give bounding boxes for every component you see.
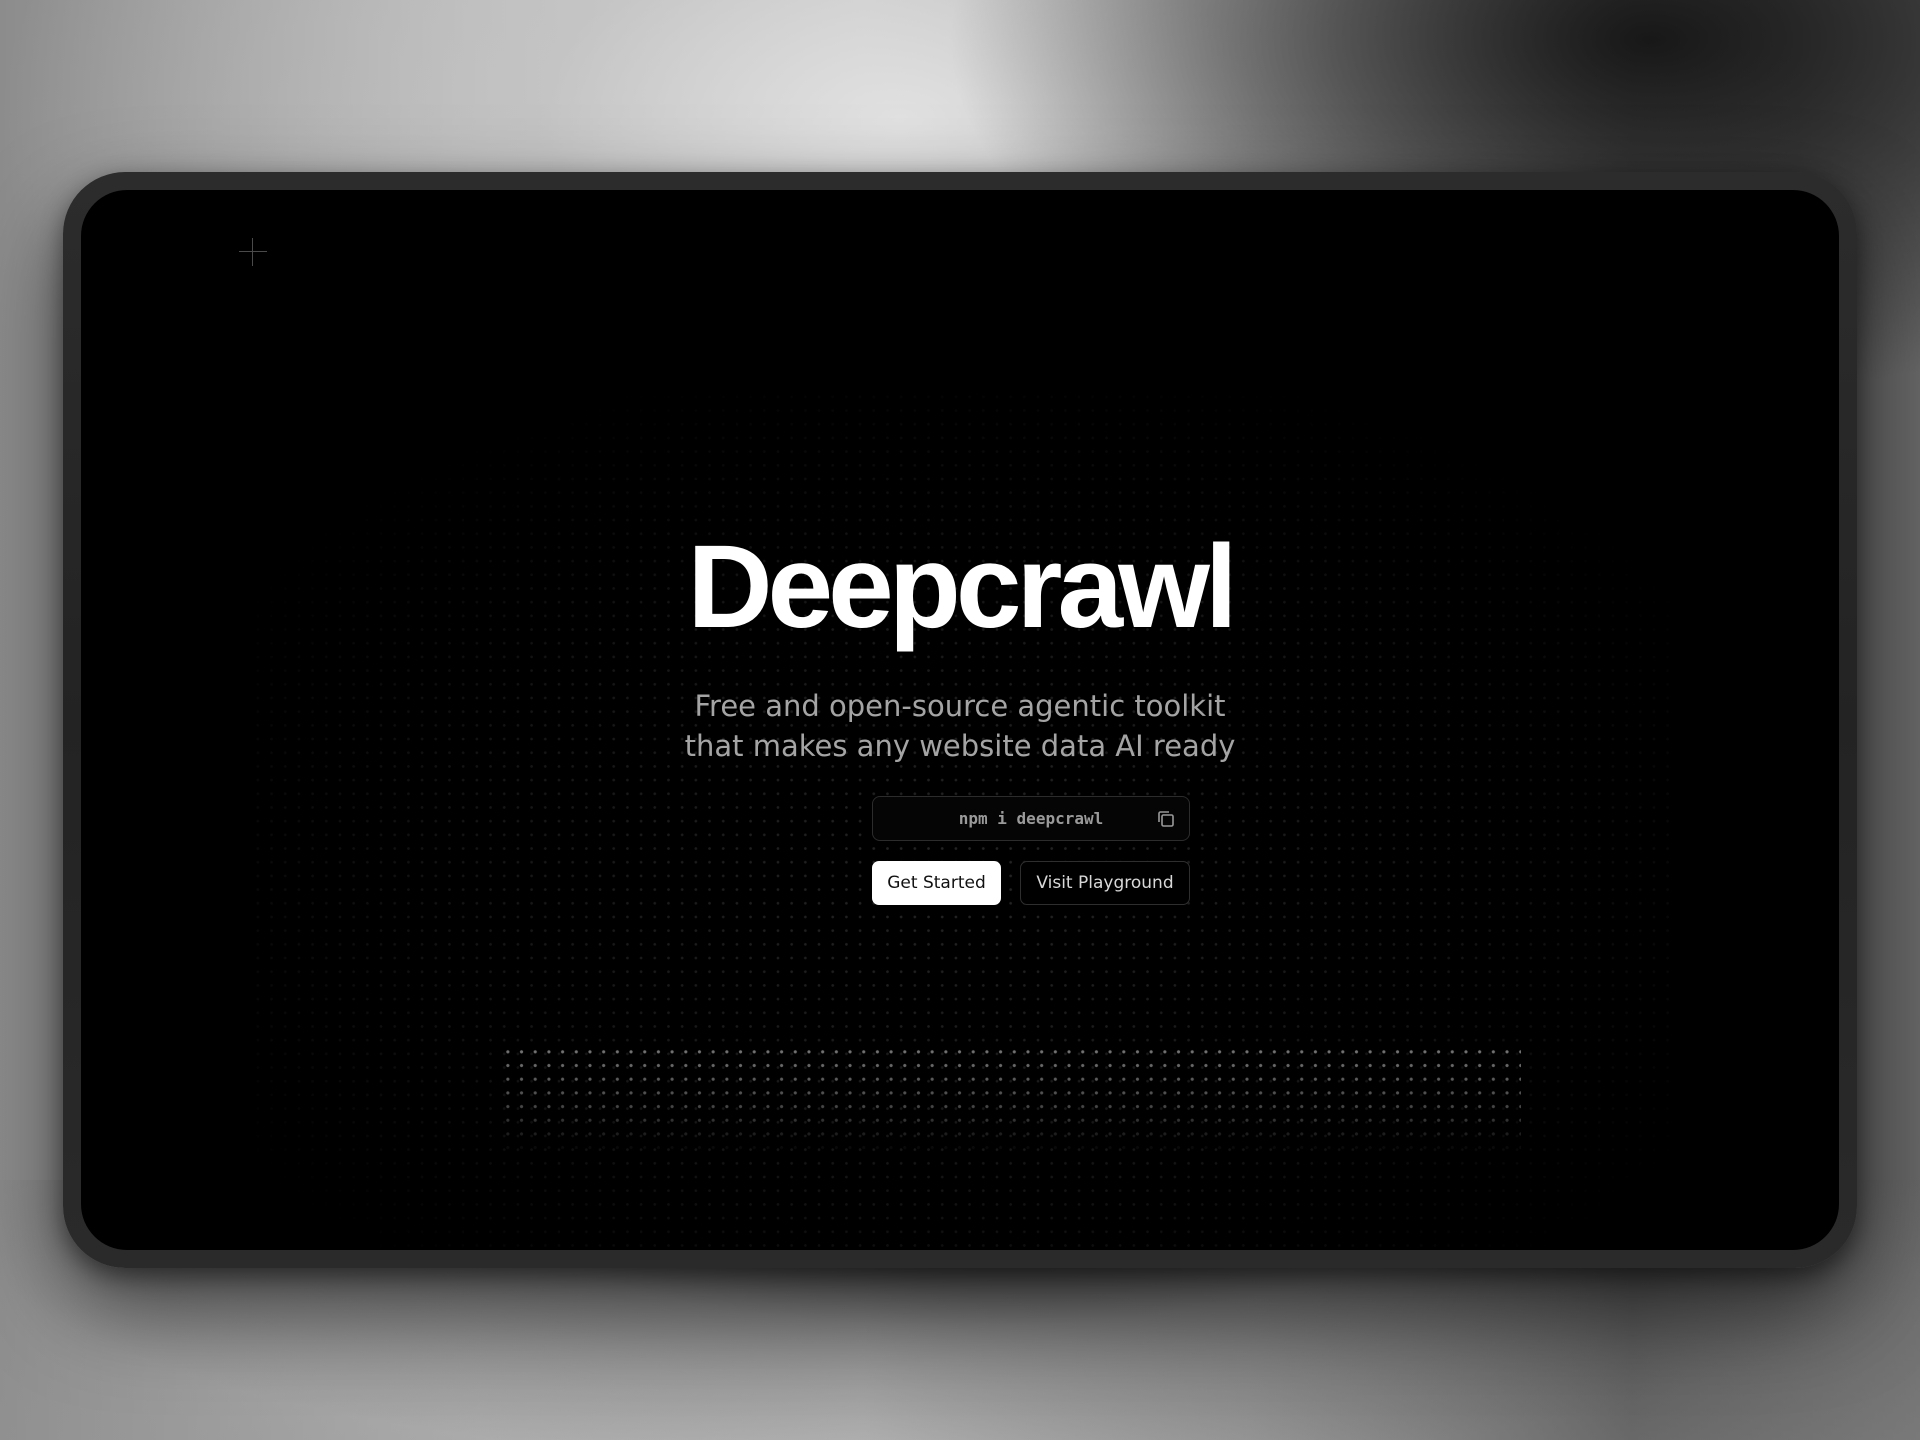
hero-section: Deepcrawl Free and open-source agentic t… — [81, 528, 1839, 766]
app-screen: Deepcrawl Free and open-source agentic t… — [81, 190, 1839, 1250]
hero-title: Deepcrawl — [687, 521, 1237, 653]
device-frame: Deepcrawl Free and open-source agentic t… — [63, 172, 1857, 1268]
dot-wave-pattern — [501, 1045, 1521, 1155]
hero-subtitle: Free and open-source agentic toolkit tha… — [81, 686, 1839, 766]
install-command-box: npm i deepcrawl — [872, 796, 1190, 841]
hero-subtitle-line-1: Free and open-source agentic toolkit — [694, 689, 1226, 723]
copy-icon[interactable] — [1155, 808, 1177, 830]
get-started-button[interactable]: Get Started — [872, 861, 1001, 905]
install-command[interactable]: npm i deepcrawl — [873, 797, 1189, 840]
hero-subtitle-line-2: that makes any website data AI ready — [684, 729, 1236, 763]
visit-playground-button[interactable]: Visit Playground — [1020, 861, 1190, 905]
hero-actions: Get Started Visit Playground — [872, 861, 1190, 905]
plus-icon — [239, 238, 267, 266]
